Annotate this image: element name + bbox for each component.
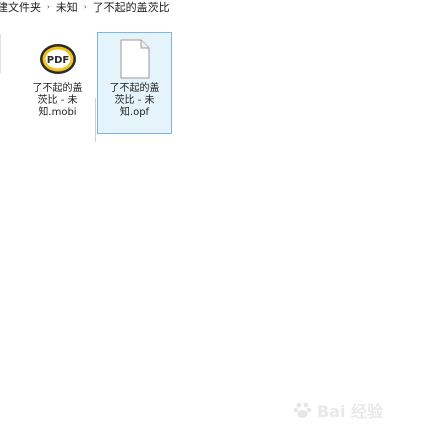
baidu-paw-icon bbox=[293, 402, 312, 418]
pane-edge bbox=[0, 34, 1, 74]
breadcrumb-item-unknown[interactable]: 未知 bbox=[53, 0, 81, 15]
svg-text:PDF: PDF bbox=[46, 55, 68, 66]
file-item-mobi[interactable]: PDF 了不起的盖 茨比 - 未 知.mobi bbox=[20, 32, 95, 134]
file-item-opf[interactable]: 了不起的盖 茨比 - 未 知.opf bbox=[97, 32, 172, 134]
file-name-label: 了不起的盖 茨比 - 未 知.mobi bbox=[32, 83, 83, 118]
address-breadcrumb[interactable]: 建文件夹 › 未知 › 了不起的盖茨比 bbox=[0, 0, 427, 15]
blank-document-icon bbox=[113, 37, 157, 81]
breadcrumb-item-current[interactable]: 了不起的盖茨比 bbox=[90, 0, 173, 15]
breadcrumb-separator-icon[interactable]: › bbox=[44, 0, 53, 15]
breadcrumb-item-new-folder[interactable]: 建文件夹 bbox=[0, 0, 44, 15]
item-divider bbox=[95, 98, 96, 142]
watermark-text: Bai 经验 bbox=[317, 402, 384, 421]
breadcrumb-separator-icon[interactable]: › bbox=[81, 0, 90, 15]
pdf-reader-icon: PDF bbox=[36, 37, 80, 81]
file-name-label: 了不起的盖 茨比 - 未 知.opf bbox=[109, 83, 160, 118]
baidu-watermark: Bai 经验 bbox=[293, 397, 413, 423]
file-list-view[interactable]: PDF 了不起的盖 茨比 - 未 知.mobi 了不起的盖 茨比 - 未 知.o… bbox=[0, 16, 427, 445]
